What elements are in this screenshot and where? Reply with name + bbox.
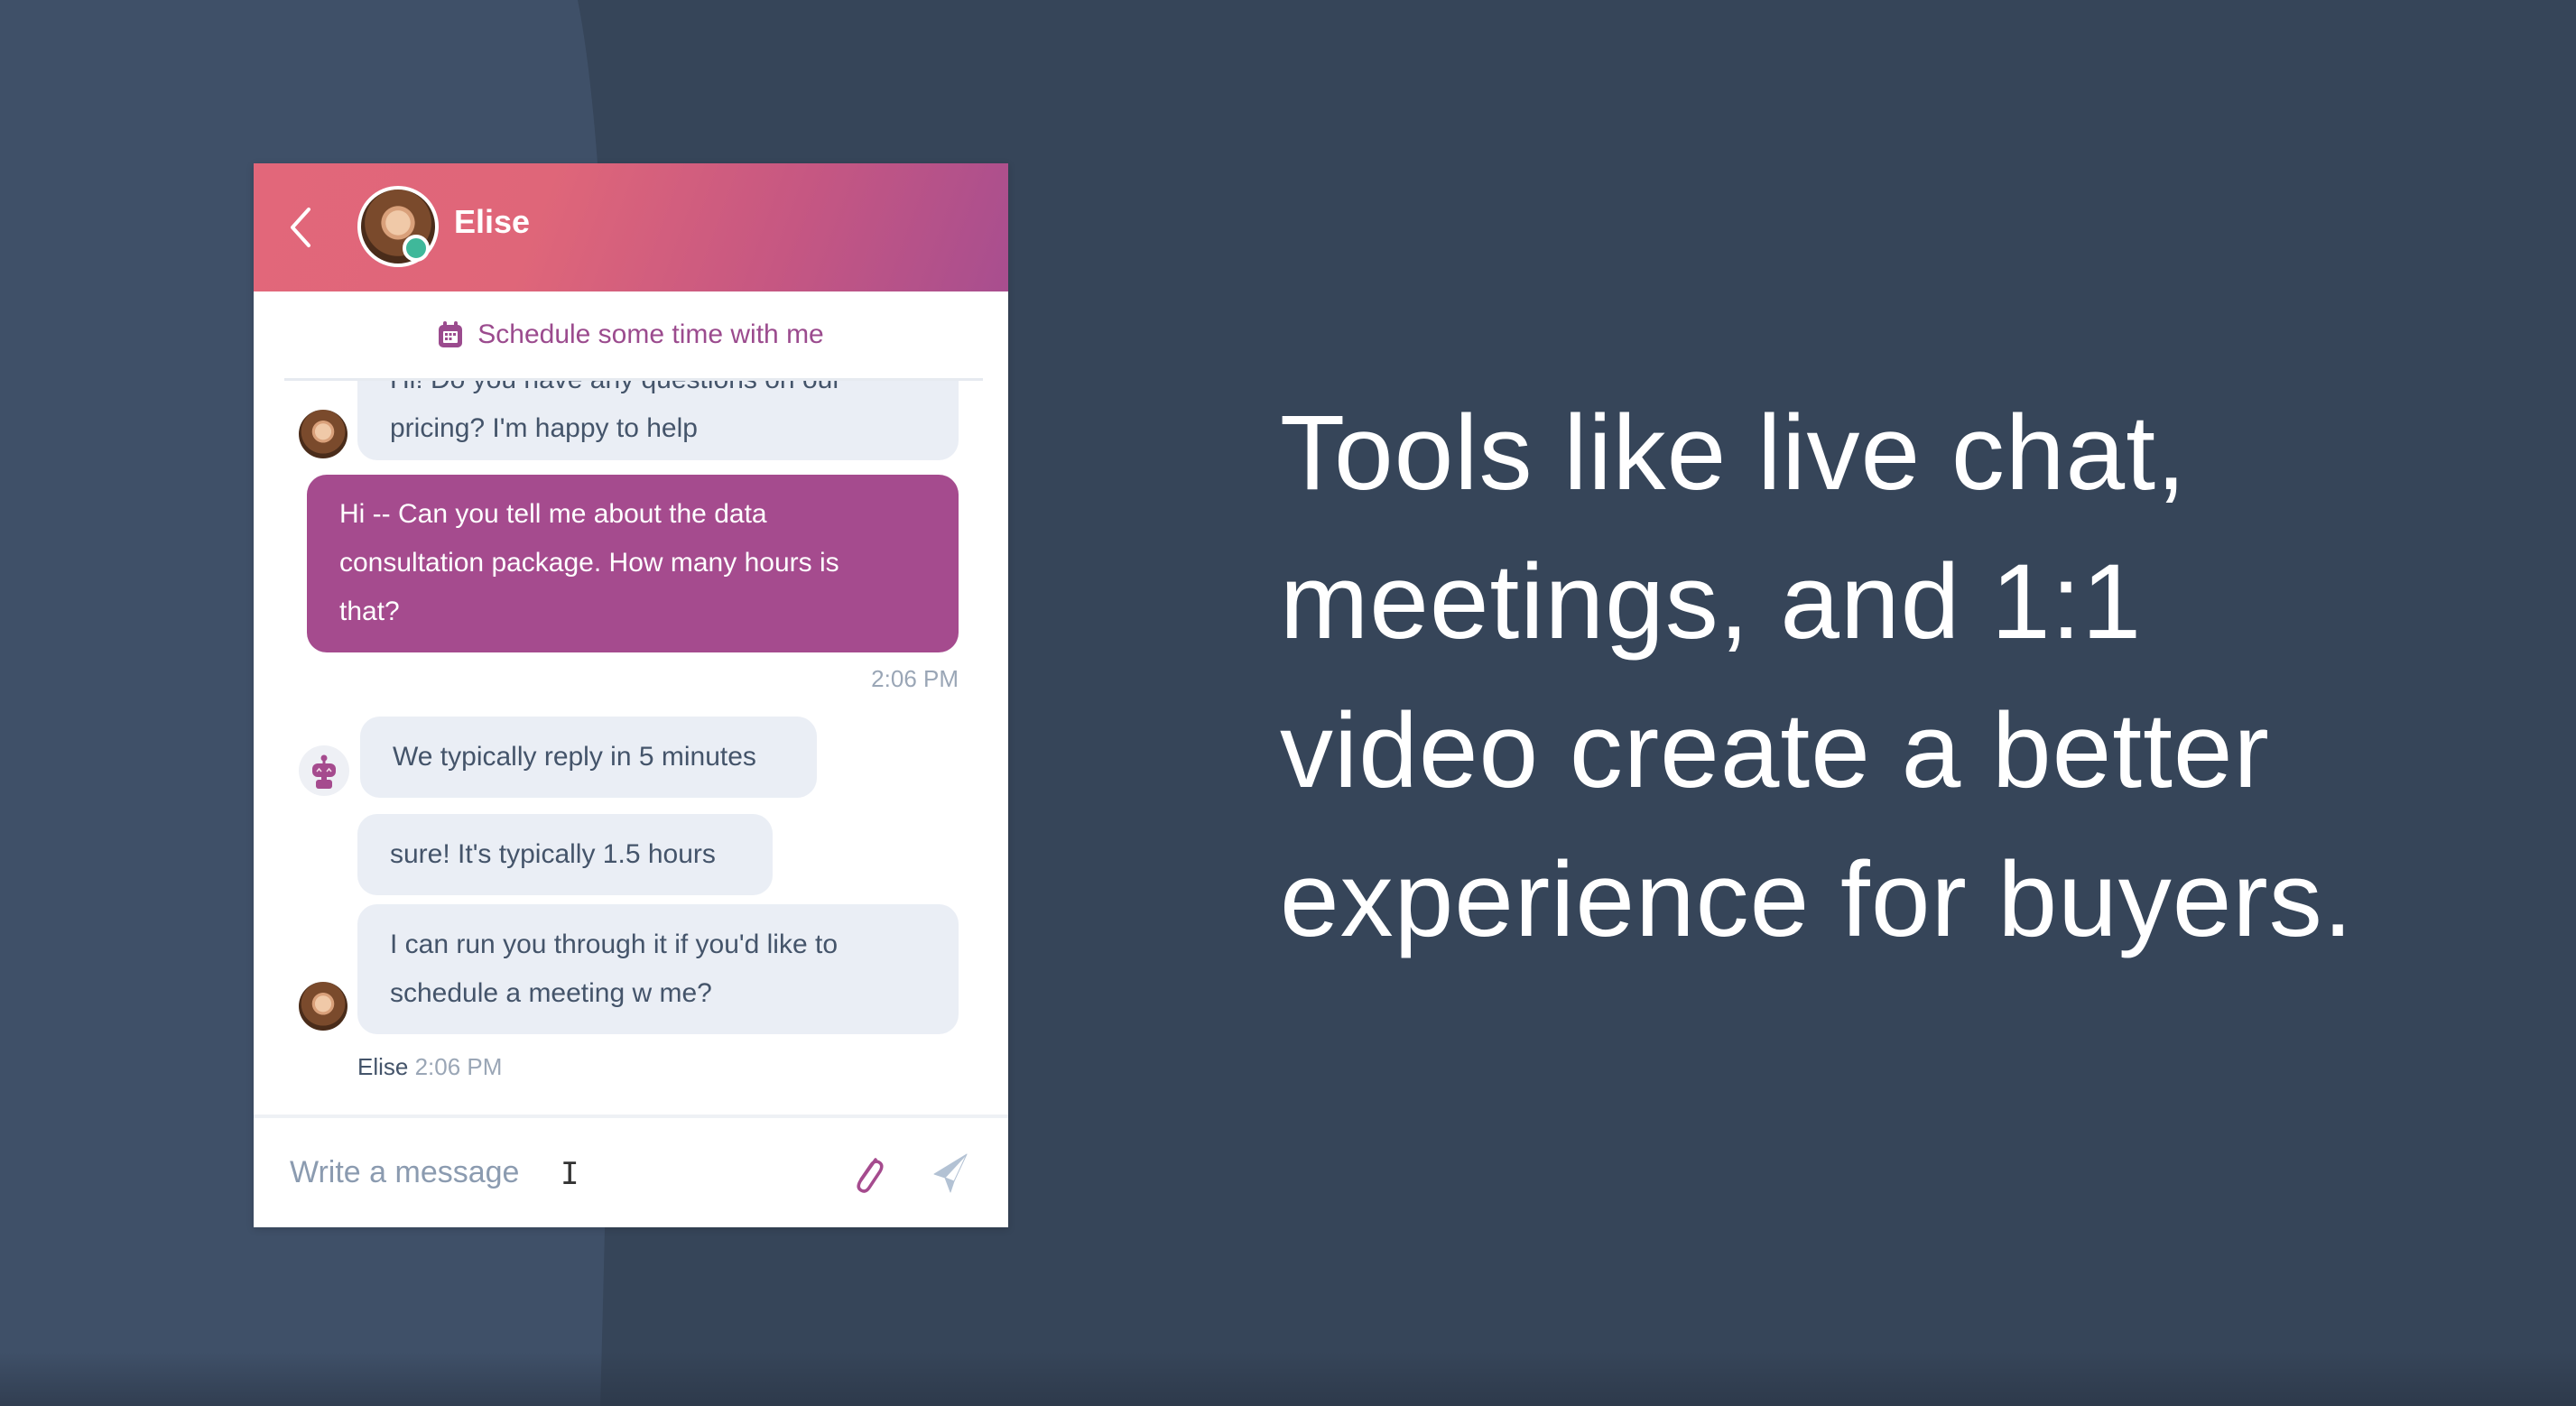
background-bottom-shade (0, 1352, 2576, 1406)
calendar-icon (439, 321, 463, 347)
bot-avatar (299, 745, 349, 796)
schedule-label: Schedule some time with me (477, 319, 824, 349)
agent-name: Elise (454, 203, 531, 240)
message-line: that? (339, 597, 400, 626)
message-timestamp: 2:06 PM (414, 1053, 503, 1080)
schedule-meeting-link[interactable]: Schedule some time with me (254, 291, 1008, 378)
chevron-left-icon (291, 208, 310, 247)
headline-line: video create a better (1280, 691, 2270, 810)
sender-name: Elise (357, 1053, 409, 1080)
message-line: schedule a meeting w me? (390, 978, 712, 1008)
online-status-indicator (403, 235, 430, 262)
paperclip-icon (857, 1158, 884, 1193)
send-button[interactable] (932, 1151, 968, 1196)
message-line: consultation package. How many hours is (339, 548, 839, 578)
message-line: Hi -- Can you tell me about the data (339, 499, 767, 529)
message-sender-meta: Elise 2:06 PM (357, 1053, 502, 1081)
message-input[interactable] (290, 1147, 795, 1198)
message-bubble: Hi! Do you have any questions on our pri… (357, 381, 959, 460)
agent-avatar-small (299, 982, 347, 1031)
composer-divider (254, 1115, 1008, 1118)
message-bubble: sure! It's typically 1.5 hours (357, 814, 773, 895)
message-list[interactable]: Hi! Do you have any questions on our pri… (254, 381, 1008, 1112)
message-bubble: I can run you through it if you'd like t… (357, 904, 959, 1034)
message-line: sure! It's typically 1.5 hours (390, 839, 716, 869)
headline-line: meetings, and 1:1 (1280, 542, 2143, 661)
agent-avatar-small (299, 410, 347, 458)
robot-icon (312, 754, 336, 789)
headline-line: Tools like live chat, (1280, 393, 2187, 513)
chat-widget: Elise Schedule some time with me Hi! Do … (254, 163, 1008, 1227)
message-bubble-outgoing: Hi -- Can you tell me about the data con… (307, 475, 959, 652)
text-cursor-icon: I (561, 1156, 579, 1192)
headline-line: experience for buyers. (1280, 840, 2354, 959)
back-button[interactable] (287, 204, 314, 251)
message-line: Hi! Do you have any questions on our (390, 381, 926, 404)
message-timestamp: 2:06 PM (871, 665, 959, 692)
message-line: I can run you through it if you'd like t… (390, 930, 839, 959)
message-bubble: We typically reply in 5 minutes (360, 717, 817, 798)
paper-plane-icon (933, 1153, 968, 1193)
message-line: We typically reply in 5 minutes (393, 742, 756, 772)
headline-text: Tools like live chat, meetings, and 1:1 … (1280, 379, 2525, 975)
message-line: pricing? I'm happy to help (390, 413, 698, 443)
attach-button[interactable] (848, 1151, 886, 1198)
chat-header: Elise (254, 163, 1008, 291)
